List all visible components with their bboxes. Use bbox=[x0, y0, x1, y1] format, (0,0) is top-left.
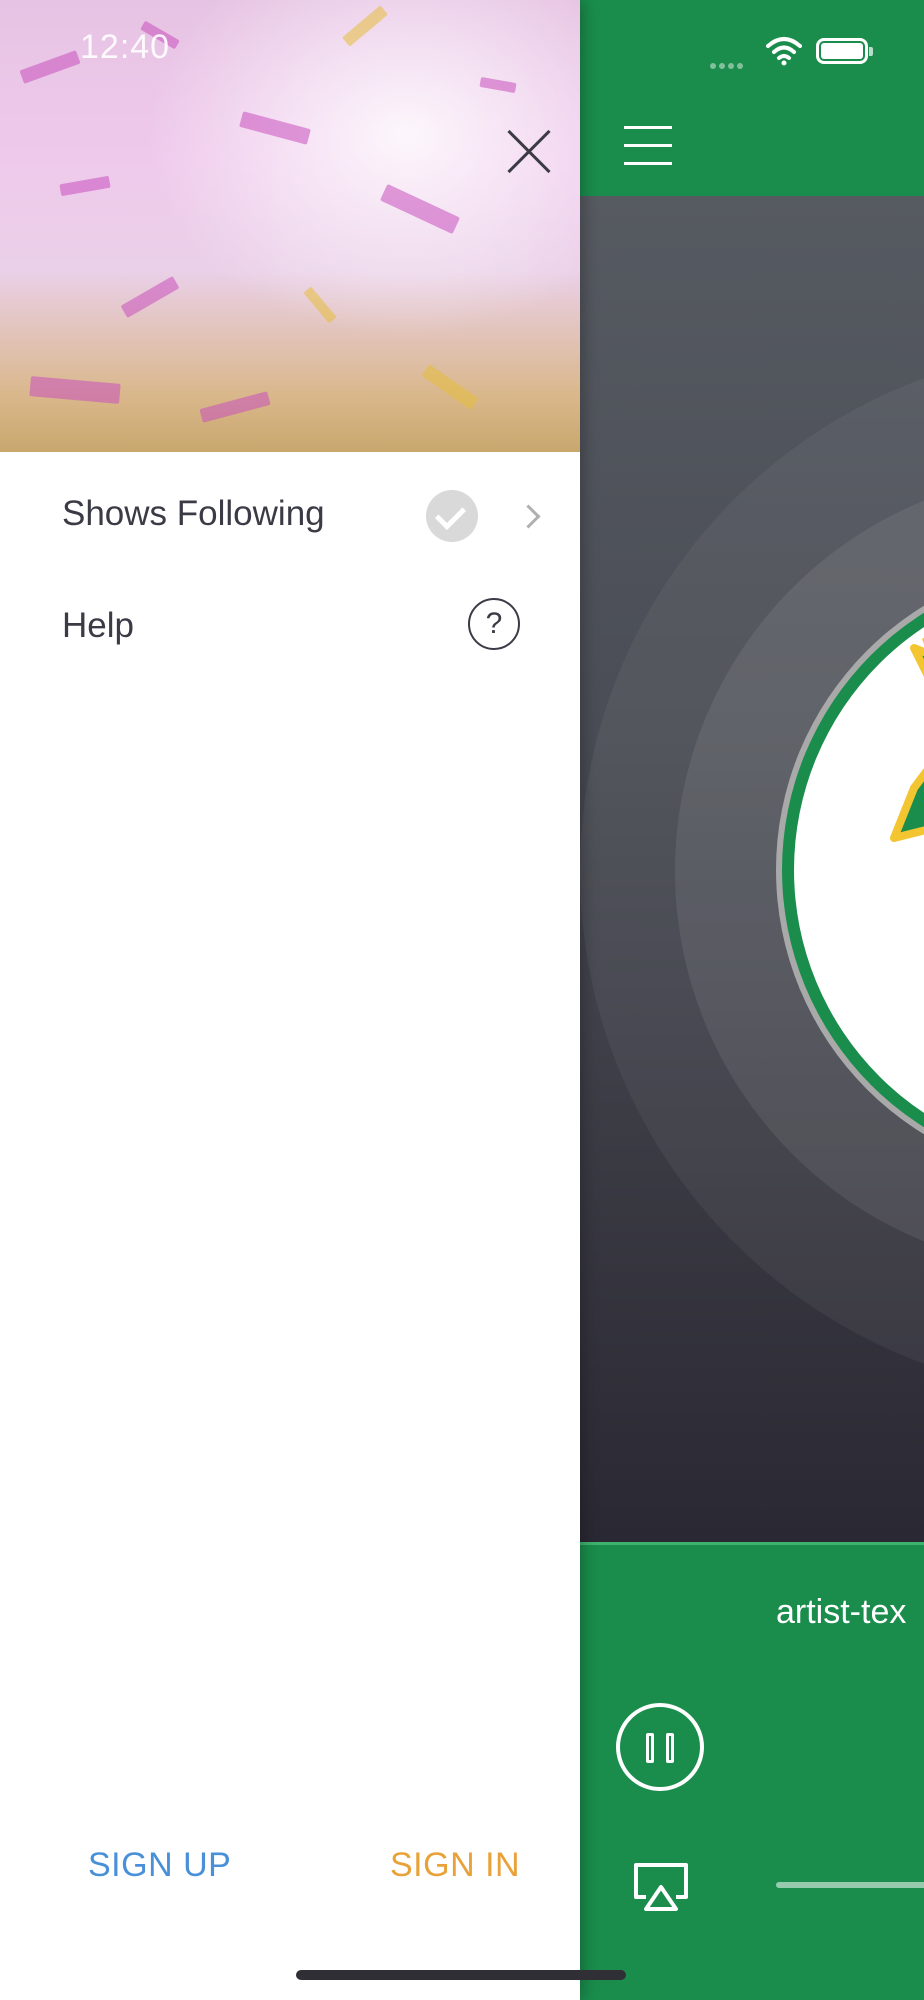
side-drawer: 12:40 Shows Following Help ? SIGN UP SIG… bbox=[0, 0, 580, 2000]
airplay-icon[interactable] bbox=[632, 1861, 690, 1913]
status-time: 12:40 bbox=[80, 28, 171, 66]
status-bar-right bbox=[580, 34, 924, 69]
drawer-header-image: 12:40 bbox=[0, 0, 580, 452]
track-title: artist-tex bbox=[776, 1593, 907, 1631]
wifi-icon bbox=[766, 37, 802, 66]
menu-item-label: Shows Following bbox=[62, 494, 325, 533]
hamburger-icon[interactable] bbox=[624, 124, 672, 168]
menu-item-label: Help bbox=[62, 606, 134, 645]
menu-item-help[interactable]: Help ? bbox=[0, 578, 580, 678]
close-icon[interactable] bbox=[504, 128, 552, 176]
home-indicator bbox=[296, 1970, 626, 1980]
app-header bbox=[580, 0, 924, 196]
battery-icon bbox=[816, 38, 873, 64]
help-icon: ? bbox=[468, 598, 520, 650]
pause-icon bbox=[666, 1733, 674, 1763]
menu-item-shows-following[interactable]: Shows Following bbox=[0, 466, 580, 566]
playback-progress[interactable] bbox=[776, 1882, 924, 1888]
cellular-signal-icon bbox=[710, 56, 746, 74]
sign-up-button[interactable]: SIGN UP bbox=[88, 1846, 231, 1885]
chevron-right-icon bbox=[516, 504, 541, 529]
mascot-icon bbox=[890, 638, 924, 842]
album-art-area bbox=[580, 196, 924, 1542]
sign-in-button[interactable]: SIGN IN bbox=[390, 1846, 520, 1885]
pause-icon bbox=[646, 1733, 654, 1763]
mini-player: artist-tex bbox=[580, 1542, 924, 2000]
main-player-screen: artist-tex bbox=[580, 0, 924, 2000]
pause-button[interactable] bbox=[616, 1703, 704, 1791]
check-icon bbox=[426, 490, 478, 542]
